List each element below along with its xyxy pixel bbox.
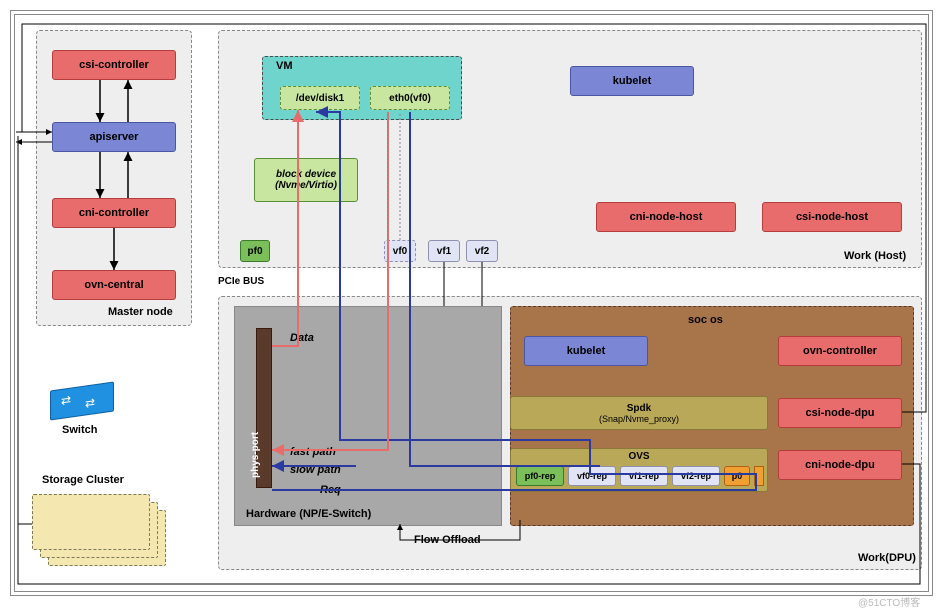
work-dpu-label: Work(DPU) (858, 552, 916, 564)
fast-path-label: fast path (290, 446, 336, 458)
apiserver-box: apiserver (52, 122, 176, 152)
hardware-box (234, 306, 502, 526)
phys-port-label: phys-port (250, 432, 261, 478)
vf0-box: vf0 (384, 240, 416, 262)
p0-box: p0 (724, 466, 750, 486)
cni-node-host-box: cni-node-host (596, 202, 736, 232)
flow-offload-label: Flow Offload (414, 534, 481, 546)
vf1-box: vf1 (428, 240, 460, 262)
spdk-label: Spdk (627, 403, 651, 414)
req-label: Req (320, 484, 341, 496)
eth-box: eth0(vf0) (370, 86, 450, 110)
storage-stack-1 (32, 494, 150, 550)
kubelet-dpu-box: kubelet (524, 336, 648, 366)
storage-label: Storage Cluster (42, 474, 124, 486)
cni-node-dpu-box: cni-node-dpu (778, 450, 902, 480)
block-device-box: block device (Nvme/Virtio) (254, 158, 358, 202)
csi-node-dpu-box: csi-node-dpu (778, 398, 902, 428)
pcie-label: PCIe BUS (218, 276, 264, 287)
vf0-rep-box: vf0-rep (568, 466, 616, 486)
vf2-box: vf2 (466, 240, 498, 262)
spdk-box: Spdk (Snap/Nvme_proxy) (510, 396, 768, 430)
ovn-central-box: ovn-central (52, 270, 176, 300)
hardware-label: Hardware (NP/E-Switch) (246, 508, 371, 520)
data-label: Data (290, 332, 314, 344)
pf0-rep-box: pf0-rep (516, 466, 564, 486)
dev-disk-box: /dev/disk1 (280, 86, 360, 110)
ovn-controller-box: ovn-controller (778, 336, 902, 366)
master-node-label: Master node (108, 306, 173, 318)
work-host-label: Work (Host) (844, 250, 906, 262)
soc-os-label: soc os (688, 314, 723, 326)
csi-node-host-box: csi-node-host (762, 202, 902, 232)
switch-label: Switch (62, 424, 97, 436)
vm-label: VM (276, 60, 293, 72)
cni-controller-box: cni-controller (52, 198, 176, 228)
vf2-rep-box: vf2-rep (672, 466, 720, 486)
vf1-rep-box: vf1-rep (620, 466, 668, 486)
slow-path-label: slow path (290, 464, 341, 476)
kubelet-host-box: kubelet (570, 66, 694, 96)
watermark: @51CTO博客 (858, 594, 920, 609)
csi-controller-box: csi-controller (52, 50, 176, 80)
spdk-sub-label: (Snap/Nvme_proxy) (599, 414, 679, 424)
pf0-box: pf0 (240, 240, 270, 262)
